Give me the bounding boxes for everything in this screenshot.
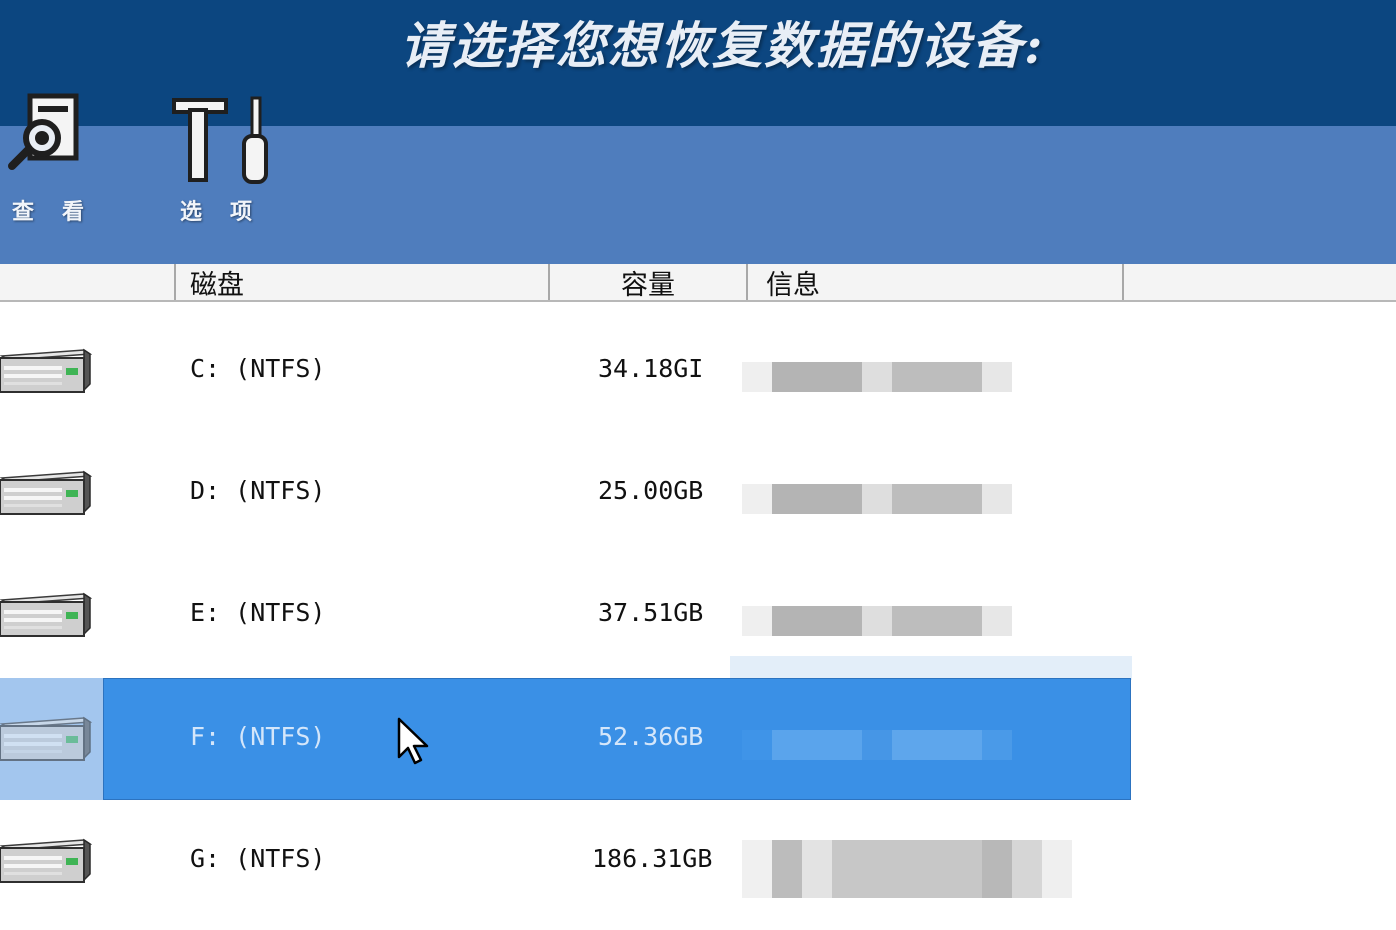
drive-capacity: 37.51GB xyxy=(598,598,704,627)
hard-drive-icon xyxy=(0,470,92,520)
drive-capacity: 52.36GB xyxy=(598,722,704,751)
column-header-row: 磁盘 容量 信息 xyxy=(0,264,1396,302)
drive-name: E: (NTFS) xyxy=(190,598,326,627)
drive-info-redacted xyxy=(742,730,1012,760)
drive-capacity: 34.18GI xyxy=(598,354,704,383)
hammer-screwdriver-icon xyxy=(172,96,268,184)
drive-row-f-selected[interactable]: F: (NTFS) 52.36GB xyxy=(0,656,1396,800)
drive-info-redacted xyxy=(742,606,1012,636)
drive-row-e[interactable]: E: (NTFS) 37.51GB xyxy=(0,554,1396,676)
hard-drive-icon xyxy=(0,838,92,888)
drive-row-g[interactable]: G: (NTFS) 186.31GB xyxy=(0,800,1396,922)
magnifier-document-icon xyxy=(8,93,79,170)
drive-name: D: (NTFS) xyxy=(190,476,326,505)
options-label: 选项 xyxy=(180,200,281,225)
column-header-disk[interactable]: 磁盘 xyxy=(176,264,550,301)
drive-capacity: 25.00GB xyxy=(598,476,704,505)
drive-info-redacted xyxy=(742,840,1072,898)
drive-name: F: (NTFS) xyxy=(190,722,326,751)
toolbar: 查看 选项 xyxy=(0,93,1396,264)
column-header-info[interactable]: 信息 xyxy=(748,264,1124,301)
drive-name: C: (NTFS) xyxy=(190,354,326,383)
options-button[interactable]: 选项 xyxy=(160,96,281,264)
view-label: 查看 xyxy=(12,200,113,225)
page-title: 请选择您想恢复数据的设备: xyxy=(400,16,1045,75)
drive-info-redacted xyxy=(742,484,1012,514)
drive-name: G: (NTFS) xyxy=(190,844,326,873)
drive-row-c[interactable]: C: (NTFS) 34.18GI xyxy=(0,310,1396,432)
drive-capacity: 186.31GB xyxy=(592,844,713,873)
column-header-capacity[interactable]: 容量 xyxy=(550,264,748,301)
hard-drive-icon xyxy=(0,592,92,642)
hard-drive-icon xyxy=(0,716,92,766)
drive-row-d[interactable]: D: (NTFS) 25.00GB xyxy=(0,432,1396,554)
hard-drive-icon xyxy=(0,348,92,398)
column-header-icon[interactable] xyxy=(0,264,176,300)
selection-glow xyxy=(730,656,1132,680)
view-button[interactable]: 查看 xyxy=(0,93,113,264)
mouse-pointer-icon xyxy=(397,717,429,765)
drive-info-redacted xyxy=(742,362,1012,392)
